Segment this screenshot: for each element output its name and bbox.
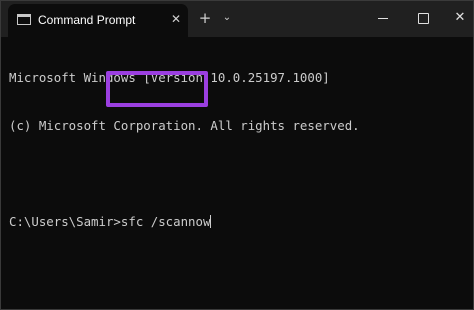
terminal-icon xyxy=(17,14,31,25)
tab-title: Command Prompt xyxy=(38,13,136,27)
console-line-copyright: (c) Microsoft Corporation. All rights re… xyxy=(9,118,360,133)
title-bar[interactable]: Command Prompt ✕ + ⌄ ✕ xyxy=(1,1,473,37)
chevron-down-icon[interactable]: ⌄ xyxy=(220,10,234,26)
minimize-button[interactable] xyxy=(378,18,388,19)
console-line-version: Microsoft Windows [Version 10.0.25197.10… xyxy=(9,70,330,85)
console-output[interactable]: Microsoft Windows [Version 10.0.25197.10… xyxy=(9,38,469,262)
typed-command: sfc /scannow xyxy=(120,214,211,229)
console-prompt: C:\Users\Samir> xyxy=(9,214,121,229)
tab-close-icon[interactable]: ✕ xyxy=(170,13,182,25)
command-prompt-window: Command Prompt ✕ + ⌄ ✕ Microsoft Windows… xyxy=(0,0,474,310)
tab-command-prompt[interactable]: Command Prompt ✕ xyxy=(8,4,188,37)
new-tab-button[interactable]: + xyxy=(197,10,213,26)
maximize-button[interactable] xyxy=(418,13,429,24)
command-highlight-box xyxy=(106,71,208,107)
text-cursor xyxy=(210,215,212,228)
close-button[interactable]: ✕ xyxy=(453,10,467,26)
command-line[interactable]: C:\Users\Samir>sfc /scannow xyxy=(9,214,469,230)
